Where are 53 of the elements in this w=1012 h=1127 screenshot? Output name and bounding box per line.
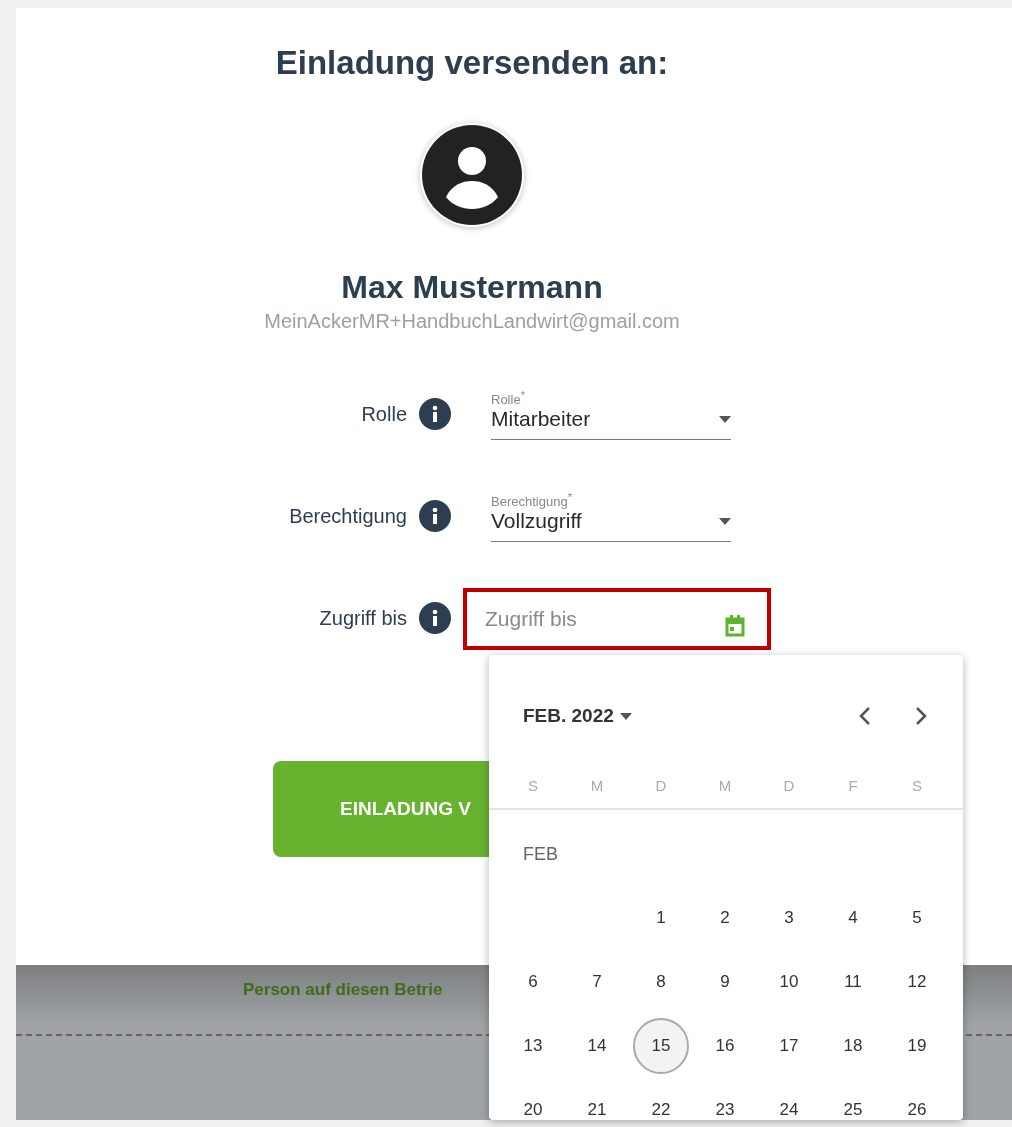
calendar-day[interactable]: 26 — [889, 1082, 945, 1120]
calendar-day[interactable]: 5 — [889, 890, 945, 946]
dropdown-caret-icon — [719, 517, 731, 525]
weekday-label: S — [527, 777, 539, 796]
calendar-day[interactable]: 13 — [505, 1018, 561, 1074]
avatar-icon — [420, 123, 524, 227]
calendar-day[interactable]: 8 — [633, 954, 689, 1010]
calendar-day[interactable]: 16 — [697, 1018, 753, 1074]
weekday-label: M — [589, 777, 605, 796]
weekday-label: F — [847, 777, 859, 796]
calendar-day[interactable]: 1 — [633, 890, 689, 946]
field-label: Berechtigung — [289, 503, 407, 528]
calendar-day[interactable]: 21 — [569, 1082, 625, 1120]
caret-icon — [619, 712, 632, 720]
calendar-day[interactable]: 19 — [889, 1018, 945, 1074]
footer-text: Person auf diesen Betrie — [243, 980, 443, 1000]
calendar-day[interactable]: 2 — [697, 890, 753, 946]
select-field[interactable]: Rolle$^{*}$ Mitarbeiter — [491, 378, 731, 440]
calendar-day[interactable]: 7 — [569, 954, 625, 1010]
person-email: MeinAckerMR+HandbuchLandwirt@gmail.com — [264, 310, 680, 333]
calendar-day[interactable]: 9 — [697, 954, 753, 1010]
calendar-day[interactable]: 10 — [761, 954, 817, 1010]
calendar-day[interactable]: 3 — [761, 890, 817, 946]
calendar-day[interactable]: 17 — [761, 1018, 817, 1074]
calendar-day[interactable]: 25 — [825, 1082, 881, 1120]
person-name: Max Mustermann — [341, 269, 603, 306]
weekday-label: M — [717, 777, 733, 796]
info-icon[interactable] — [419, 398, 451, 430]
info-icon[interactable] — [419, 500, 451, 532]
chevron-left-icon — [859, 706, 871, 726]
calendar-day[interactable]: 15 — [633, 1018, 689, 1074]
field-label: Zugriff bis — [319, 605, 407, 630]
weekday-label: S — [911, 777, 923, 796]
calendar-day[interactable]: 24 — [761, 1082, 817, 1120]
calendar-day[interactable]: 6 — [505, 954, 561, 1010]
calendar-day[interactable]: 18 — [825, 1018, 881, 1074]
info-icon[interactable] — [419, 602, 451, 634]
select-field[interactable]: Berechtigung$^{*}$ Vollzugriff — [491, 480, 731, 542]
weekday-label: D — [782, 777, 796, 796]
chevron-right-icon — [915, 706, 927, 726]
weekday-label: D — [654, 777, 668, 796]
calendar-day[interactable]: 23 — [697, 1082, 753, 1120]
calendar-day[interactable]: 11 — [825, 954, 881, 1010]
dropdown-caret-icon — [719, 415, 731, 423]
month-year-selector[interactable]: FEB. 2022 — [523, 705, 632, 727]
calendar-day[interactable]: 14 — [569, 1018, 625, 1074]
calendar-day[interactable]: 12 — [889, 954, 945, 1010]
dialog-title: Einladung versenden an: — [275, 44, 669, 82]
calendar-day[interactable]: 20 — [505, 1082, 561, 1120]
calendar-icon[interactable] — [725, 615, 745, 637]
field-label: Rolle — [361, 401, 407, 426]
calendar-day[interactable]: 4 — [825, 890, 881, 946]
calendar-day[interactable]: 22 — [633, 1082, 689, 1120]
